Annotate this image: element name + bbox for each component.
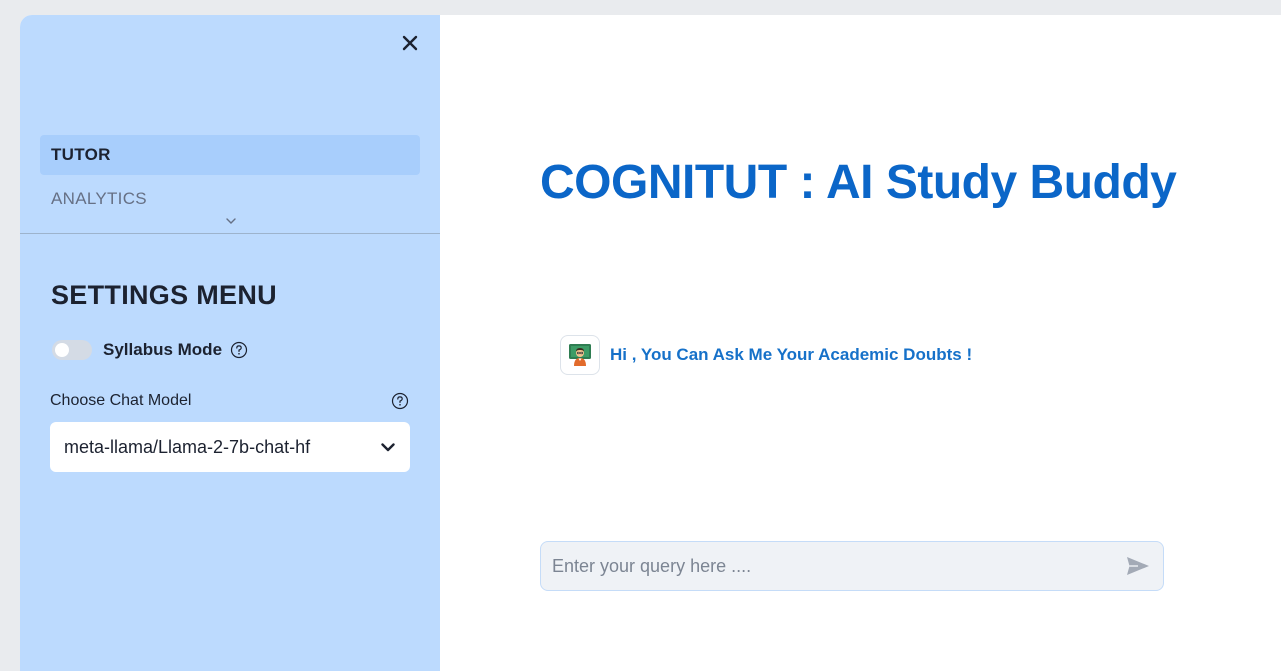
nav-item-label: TUTOR — [51, 145, 111, 164]
chevron-down-icon — [226, 218, 236, 224]
syllabus-mode-toggle[interactable] — [52, 340, 92, 360]
help-icon[interactable] — [230, 341, 248, 359]
query-box — [540, 541, 1164, 591]
page-title: COGNITUT : AI Study Buddy — [540, 156, 1177, 209]
syllabus-mode-label: Syllabus Mode — [103, 340, 223, 359]
toggle-knob — [55, 343, 69, 357]
send-icon — [1127, 557, 1149, 575]
send-button[interactable] — [1113, 542, 1163, 590]
chat-model-value: meta-llama/Llama-2-7b-chat-hf — [64, 436, 311, 457]
nav-item-tutor[interactable]: TUTOR — [40, 135, 420, 175]
nav-divider — [20, 233, 440, 234]
page-nav: TUTOR ANALYTICS — [40, 135, 420, 219]
teacher-avatar-icon — [569, 344, 591, 366]
message-text: Hi , You Can Ask Me Your Academic Doubts… — [610, 345, 973, 364]
chat-message: Hi , You Can Ask Me Your Academic Doubts… — [560, 335, 972, 375]
avatar — [560, 335, 600, 375]
settings-title: SETTINGS MENU — [51, 280, 277, 310]
close-sidebar-button[interactable] — [398, 31, 422, 55]
nav-expand-button[interactable] — [223, 215, 239, 227]
sidebar: TUTOR ANALYTICS SETTINGS MENU Syllabus M… — [20, 15, 440, 671]
chat-model-select[interactable]: meta-llama/Llama-2-7b-chat-hf — [50, 422, 410, 472]
close-icon — [402, 35, 418, 51]
query-input[interactable] — [541, 542, 1113, 590]
nav-item-analytics[interactable]: ANALYTICS — [40, 179, 420, 219]
chat-model-label: Choose Chat Model — [50, 392, 192, 409]
chevron-down-icon — [380, 439, 396, 455]
nav-item-label: ANALYTICS — [51, 189, 147, 208]
help-icon[interactable] — [391, 392, 409, 410]
syllabus-mode-row: Syllabus Mode — [52, 340, 248, 360]
app-window: TUTOR ANALYTICS SETTINGS MENU Syllabus M… — [20, 15, 1281, 671]
